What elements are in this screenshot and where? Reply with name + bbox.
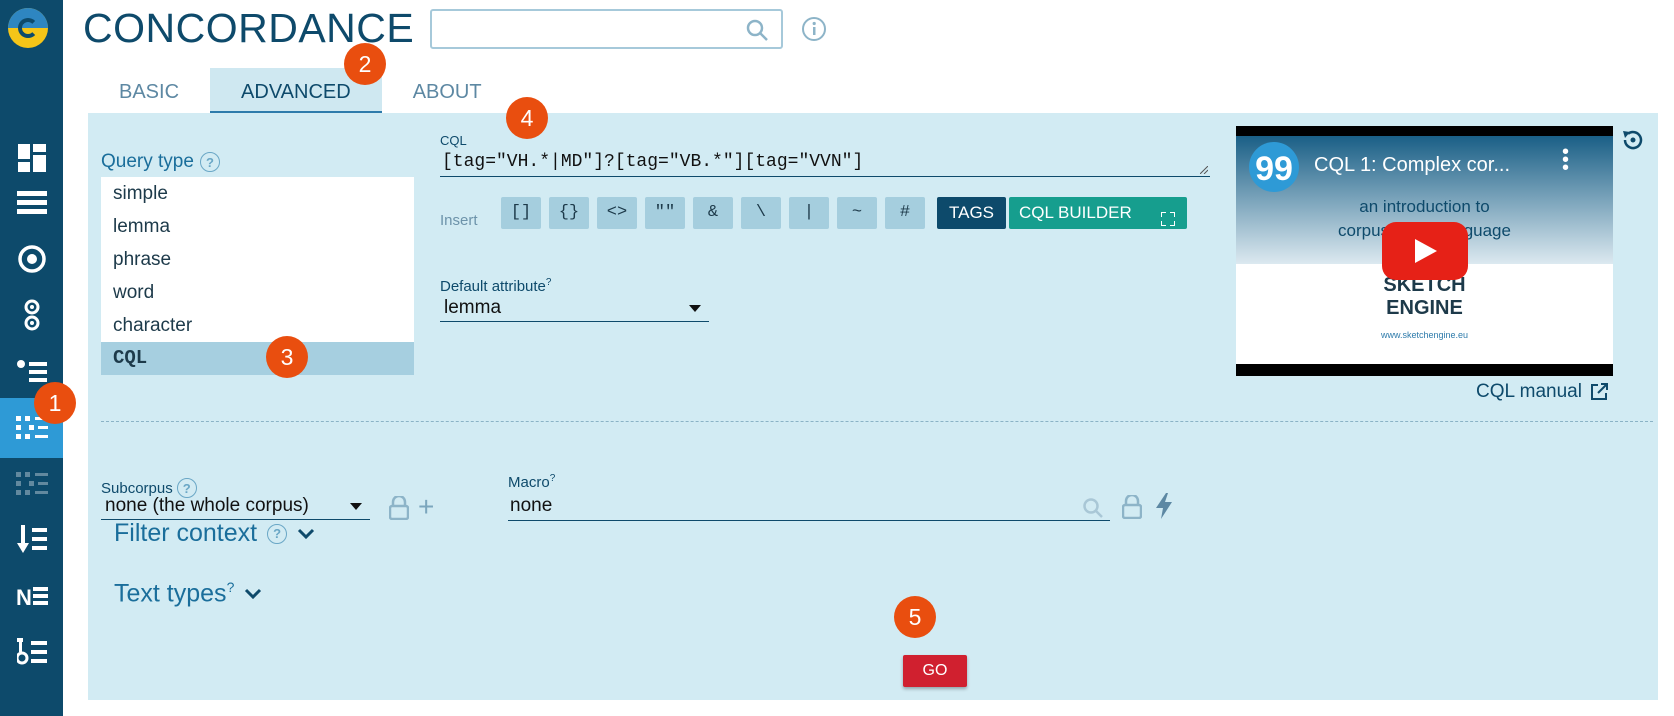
svg-text:N: N [16, 585, 32, 607]
insert-and-button[interactable]: & [693, 197, 733, 229]
insert-tilde-button[interactable]: ~ [837, 197, 877, 229]
query-type-list: simple lemma phrase word character CQL [101, 177, 414, 375]
query-type-character[interactable]: character [101, 309, 414, 342]
corpus-list-icon[interactable] [0, 173, 63, 233]
ngrams-icon[interactable]: N [0, 566, 63, 626]
dropdown-arrow-icon [350, 503, 362, 510]
text-types-toggle[interactable]: Text types? [114, 579, 262, 608]
insert-pipe-button[interactable]: | [789, 197, 829, 229]
insert-backslash-button[interactable]: \ [741, 197, 781, 229]
brand-line2: ENGINE [1386, 297, 1463, 319]
tab-basic[interactable]: BASIC [88, 68, 210, 113]
macro-label-text: Macro [508, 474, 550, 491]
cql-label: CQL [440, 133, 467, 148]
divider [101, 421, 1653, 422]
insert-label: Insert [440, 212, 478, 229]
default-attribute-value: lemma [444, 297, 502, 318]
query-type-phrase[interactable]: phrase [101, 243, 414, 276]
add-subcorpus-button[interactable]: + [418, 493, 434, 521]
video-title[interactable]: CQL 1: Complex cor... [1314, 154, 1510, 177]
search-input[interactable] [432, 11, 732, 47]
insert-angle-button[interactable]: <> [597, 197, 637, 229]
macro-label: Macro? [508, 473, 555, 491]
marker-2: 2 [344, 43, 386, 85]
parallel-concordance-icon[interactable] [0, 454, 63, 514]
fullscreen-icon [1160, 205, 1176, 237]
keywords-icon[interactable] [0, 622, 63, 682]
default-attribute-label-text: Default attribute [440, 278, 546, 295]
cql-manual-label: CQL manual [1476, 381, 1582, 402]
lightning-icon[interactable] [1156, 493, 1172, 524]
cql-manual-link[interactable]: CQL manual [1476, 381, 1608, 403]
marker-5: 5 [894, 596, 936, 638]
tutorial-video[interactable]: 99 CQL 1: Complex cor... • • • an introduc… [1236, 126, 1613, 376]
help-icon[interactable]: ? [550, 473, 556, 484]
channel-avatar-icon[interactable]: 99 [1249, 142, 1299, 192]
query-type-label: Query type ? [101, 151, 220, 173]
video-url: www.sketchengine.eu [1380, 330, 1469, 340]
tab-bar: BASIC ADVANCED ABOUT [88, 68, 513, 113]
help-icon[interactable]: ? [267, 523, 288, 544]
go-button[interactable]: GO [903, 655, 967, 687]
left-sidebar: N [0, 0, 63, 716]
subcorpus-select[interactable]: none (the whole corpus) [101, 492, 370, 520]
tab-about[interactable]: ABOUT [382, 68, 513, 113]
query-type-label-text: Query type [101, 151, 194, 172]
insert-brackets-button[interactable]: [] [501, 197, 541, 229]
insert-quotes-button[interactable]: "" [645, 197, 685, 229]
external-link-icon [1590, 383, 1608, 400]
subcorpus-value: none (the whole corpus) [105, 495, 309, 516]
insert-braces-button[interactable]: {} [549, 197, 589, 229]
sketch-diff-icon[interactable] [0, 285, 63, 345]
search-box[interactable] [430, 9, 783, 49]
text-types-label-text: Text types [114, 579, 227, 608]
query-type-cql[interactable]: CQL [101, 342, 414, 375]
query-type-simple[interactable]: simple [101, 177, 414, 210]
filter-context-label: Filter context [114, 519, 258, 547]
word-sketch-icon[interactable] [0, 229, 63, 289]
cql-input[interactable]: [tag="VH.*|MD"]?[tag="VB.*"][tag="VVN"] [440, 147, 1210, 177]
lock-icon[interactable] [1121, 493, 1143, 524]
history-icon[interactable] [1620, 127, 1646, 158]
sketch-engine-brand: SKETCH ENGINE [1236, 274, 1613, 320]
marker-4: 4 [506, 97, 548, 139]
cql-builder-label: CQL BUILDER [1019, 203, 1132, 222]
info-icon[interactable] [801, 16, 827, 47]
query-type-lemma[interactable]: lemma [101, 210, 414, 243]
marker-1: 1 [34, 382, 76, 424]
chevron-down-icon [298, 528, 315, 539]
filter-context-toggle[interactable]: Filter context ? [114, 519, 315, 548]
tags-button[interactable]: TAGS [937, 197, 1007, 229]
default-attribute-select[interactable]: lemma [440, 294, 709, 322]
video-subtitle-line1: an introduction to [1359, 197, 1490, 216]
resize-handle-icon[interactable] [1200, 166, 1208, 174]
help-icon[interactable]: ? [227, 579, 235, 595]
help-icon[interactable]: ? [546, 277, 552, 288]
help-icon[interactable]: ? [199, 152, 220, 172]
macro-input[interactable]: none [508, 491, 1110, 521]
wordlist-icon[interactable] [0, 510, 63, 570]
insert-hash-button[interactable]: # [885, 197, 925, 229]
query-type-word[interactable]: word [101, 276, 414, 309]
default-attribute-label: Default attribute? [440, 277, 551, 295]
dropdown-arrow-icon [689, 305, 701, 312]
search-icon[interactable] [1082, 497, 1104, 524]
more-options-icon[interactable]: • • • [1562, 142, 1569, 178]
search-icon[interactable] [745, 18, 769, 47]
cql-builder-button[interactable]: CQL BUILDER [1009, 197, 1187, 229]
chevron-down-icon [245, 588, 262, 599]
insert-buttons: [] {} <> "" & \ | ~ # [501, 197, 925, 229]
text-types-label: Text types? [114, 579, 234, 608]
sketch-engine-logo-icon[interactable] [8, 8, 48, 48]
lock-icon[interactable] [388, 494, 410, 525]
play-button-icon[interactable] [1382, 222, 1468, 280]
marker-3: 3 [266, 336, 308, 378]
query-panel: Query type ? simple lemma phrase word ch… [88, 113, 1658, 700]
